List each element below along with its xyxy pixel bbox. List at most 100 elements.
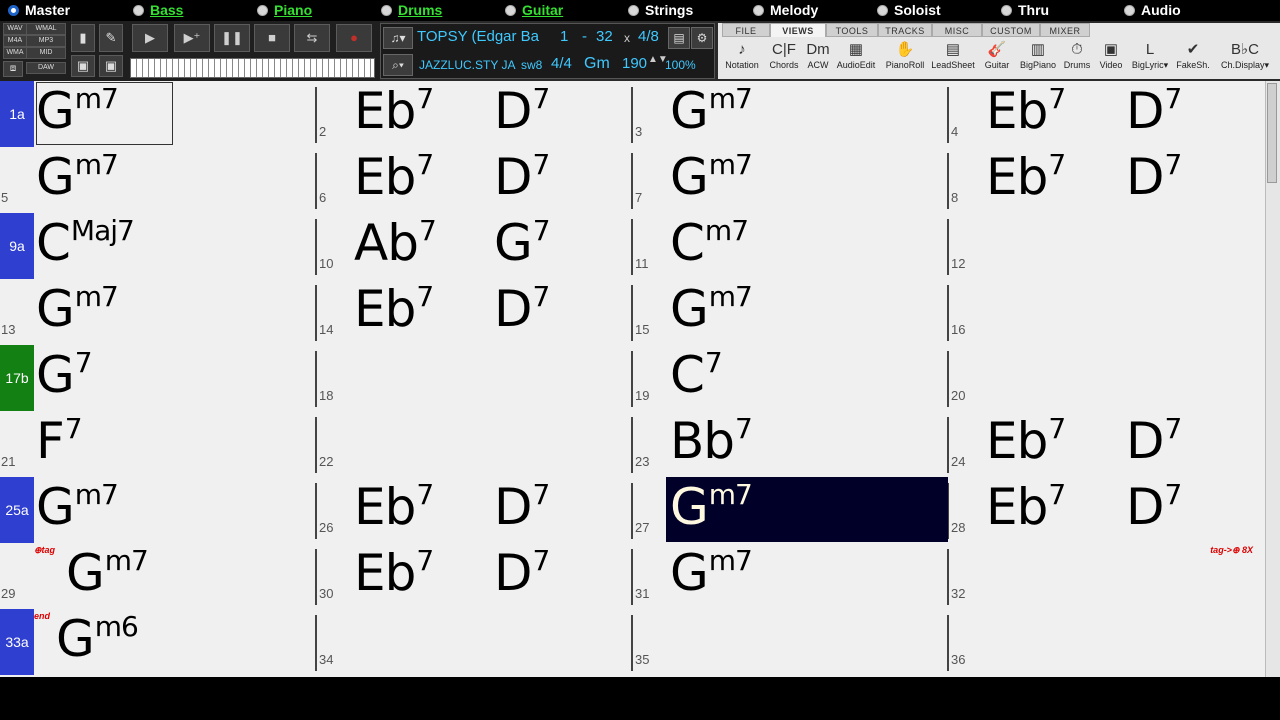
bar-30[interactable]: 30 Eb7 D7 [318, 543, 632, 609]
bar-19[interactable]: 19 C7 [634, 345, 948, 411]
bar-8[interactable]: 8 Eb7 D7 [950, 147, 1265, 213]
range-start[interactable]: 1 [560, 28, 568, 45]
song-menu-icon[interactable]: ♫▾ [383, 27, 413, 49]
track-label[interactable]: Audio [1141, 2, 1181, 18]
tab-custom[interactable]: CUSTOM [982, 23, 1040, 37]
bar-34[interactable]: 34 [318, 609, 632, 675]
bar-32[interactable]: 32 tag->⊕ 8X [950, 543, 1265, 609]
bar-28[interactable]: 28 Eb7 D7 [950, 477, 1265, 543]
bar-23[interactable]: 23 Bb7 [634, 411, 948, 477]
view-button-biglyric[interactable]: L BigLyric▾ [1128, 40, 1172, 79]
bar-33a[interactable]: 33a Gm6 end [0, 609, 314, 675]
track-radio-icon[interactable] [505, 5, 516, 16]
volume[interactable]: 100% [665, 58, 696, 72]
tab-tools[interactable]: TOOLS [826, 23, 878, 37]
view-button-chdisplay[interactable]: B♭C Ch.Display▾ [1214, 40, 1276, 79]
bar-25a[interactable]: 25a Gm7 [0, 477, 314, 543]
view-button-fakesh[interactable]: ✔ FakeSh. [1174, 40, 1212, 79]
track-radio-icon[interactable] [257, 5, 268, 16]
track-label[interactable]: Strings [645, 2, 693, 18]
track-label[interactable]: Guitar [522, 2, 563, 18]
new-file-icon[interactable]: ▮ [71, 24, 95, 52]
bar-16[interactable]: 16 [950, 279, 1265, 345]
feel[interactable]: sw8 [521, 58, 542, 72]
view-button-acw[interactable]: Dm ACW [806, 40, 830, 79]
track-label[interactable]: Thru [1018, 2, 1049, 18]
daw-button[interactable]: DAW [26, 62, 66, 74]
mid-button[interactable]: MID [26, 47, 66, 59]
bar-22[interactable]: 22 [318, 411, 632, 477]
track-drums[interactable]: Drums [381, 0, 442, 21]
track-melody[interactable]: Melody [753, 0, 818, 21]
track-radio-icon[interactable] [877, 5, 888, 16]
edit-pen-icon[interactable]: ✎ [99, 24, 123, 52]
track-label[interactable]: Master [25, 2, 70, 18]
play-from-icon[interactable]: ▶⁺ [174, 24, 210, 52]
song-notes-icon[interactable]: ▤ [668, 27, 690, 49]
bar-12[interactable]: 12 [950, 213, 1265, 279]
track-label[interactable]: Drums [398, 2, 442, 18]
tab-file[interactable]: FILE [722, 23, 770, 37]
view-button-guitar[interactable]: 🎸 Guitar [982, 40, 1012, 79]
track-audio[interactable]: Audio [1124, 0, 1181, 21]
bar-18[interactable]: 18 [318, 345, 632, 411]
view-button-video[interactable]: ▣ Video [1096, 40, 1126, 79]
track-soloist[interactable]: Soloist [877, 0, 941, 21]
bar-15[interactable]: 15 Gm7 [634, 279, 948, 345]
bar-26[interactable]: 26 Eb7 D7 [318, 477, 632, 543]
view-button-leadsheet[interactable]: ▤ LeadSheet [928, 40, 978, 79]
track-radio-icon[interactable] [1001, 5, 1012, 16]
track-label[interactable]: Bass [150, 2, 183, 18]
stop-icon[interactable]: ■ [254, 24, 290, 52]
chord-sheet[interactable]: 1a Gm7 2 Eb7 D7 3 Gm7 4 Eb7 D7 5 Gm7 6 Eb7 D7 7 Gm7 8 Eb7 D… [0, 81, 1265, 677]
view-button-bigpiano[interactable]: ▥ BigPiano [1016, 40, 1060, 79]
save-icon[interactable]: ▣ [71, 55, 95, 77]
tab-views[interactable]: VIEWS [770, 23, 826, 37]
song-title[interactable]: TOPSY (Edgar Ba [417, 28, 551, 45]
wav-button[interactable]: WAV [3, 23, 27, 35]
bar-6[interactable]: 6 Eb7 D7 [318, 147, 632, 213]
bar-14[interactable]: 14 Eb7 D7 [318, 279, 632, 345]
track-label[interactable]: Melody [770, 2, 818, 18]
tab-mixer[interactable]: MIXER [1040, 23, 1090, 37]
bar-11[interactable]: 11 Cm7 [634, 213, 948, 279]
save-as-icon[interactable]: ▣ [99, 55, 123, 77]
track-radio-icon[interactable] [381, 5, 392, 16]
time-signature[interactable]: 4/4 [551, 55, 572, 72]
view-button-pianoroll[interactable]: ✋ PianoRoll [882, 40, 928, 79]
bar-27[interactable]: 27 Gm7 [634, 477, 948, 543]
bar-21[interactable]: 21 F7 [0, 411, 314, 477]
capture-icon[interactable]: ⧈ [3, 61, 23, 77]
track-master[interactable]: Master [8, 0, 70, 21]
key[interactable]: Gm [584, 55, 610, 73]
mp3-button[interactable]: MP3 [26, 35, 66, 47]
style-name[interactable]: JAZZLUC.STY JA [419, 58, 519, 72]
view-button-drums[interactable]: ⏱ Drums [1060, 40, 1094, 79]
track-radio-icon[interactable] [133, 5, 144, 16]
bar-10[interactable]: 10 Ab7 G7 [318, 213, 632, 279]
bar-5[interactable]: 5 Gm7 [0, 147, 314, 213]
track-bass[interactable]: Bass [133, 0, 183, 21]
loop-icon[interactable]: ⇆ [294, 24, 330, 52]
tab-misc[interactable]: MISC [932, 23, 982, 37]
bar-9a[interactable]: 9a CMaj7 [0, 213, 314, 279]
track-radio-icon[interactable] [1124, 5, 1135, 16]
settings-gear-icon[interactable]: ⚙ [691, 27, 713, 49]
choruses[interactable]: 4/8 [638, 28, 659, 45]
piano-keyboard-strip[interactable] [130, 58, 375, 78]
tempo[interactable]: 190 [622, 55, 647, 72]
style-search-icon[interactable]: ⌕▾ [383, 54, 413, 76]
wmal-button[interactable]: WMAL [26, 23, 66, 35]
record-icon[interactable]: ● [336, 24, 372, 52]
bar-2[interactable]: 2 Eb7 D7 [318, 81, 632, 147]
bar-3[interactable]: 3 Gm7 [634, 81, 948, 147]
play-icon[interactable]: ▶ [132, 24, 168, 52]
track-guitar[interactable]: Guitar [505, 0, 563, 21]
bar-7[interactable]: 7 Gm7 [634, 147, 948, 213]
bar-31[interactable]: 31 Gm7 [634, 543, 948, 609]
tab-tracks[interactable]: TRACKS [878, 23, 932, 37]
wma-button[interactable]: WMA [3, 47, 27, 59]
bar-4[interactable]: 4 Eb7 D7 [950, 81, 1265, 147]
bar-36[interactable]: 36 [950, 609, 1265, 675]
bar-24[interactable]: 24 Eb7 D7 [950, 411, 1265, 477]
